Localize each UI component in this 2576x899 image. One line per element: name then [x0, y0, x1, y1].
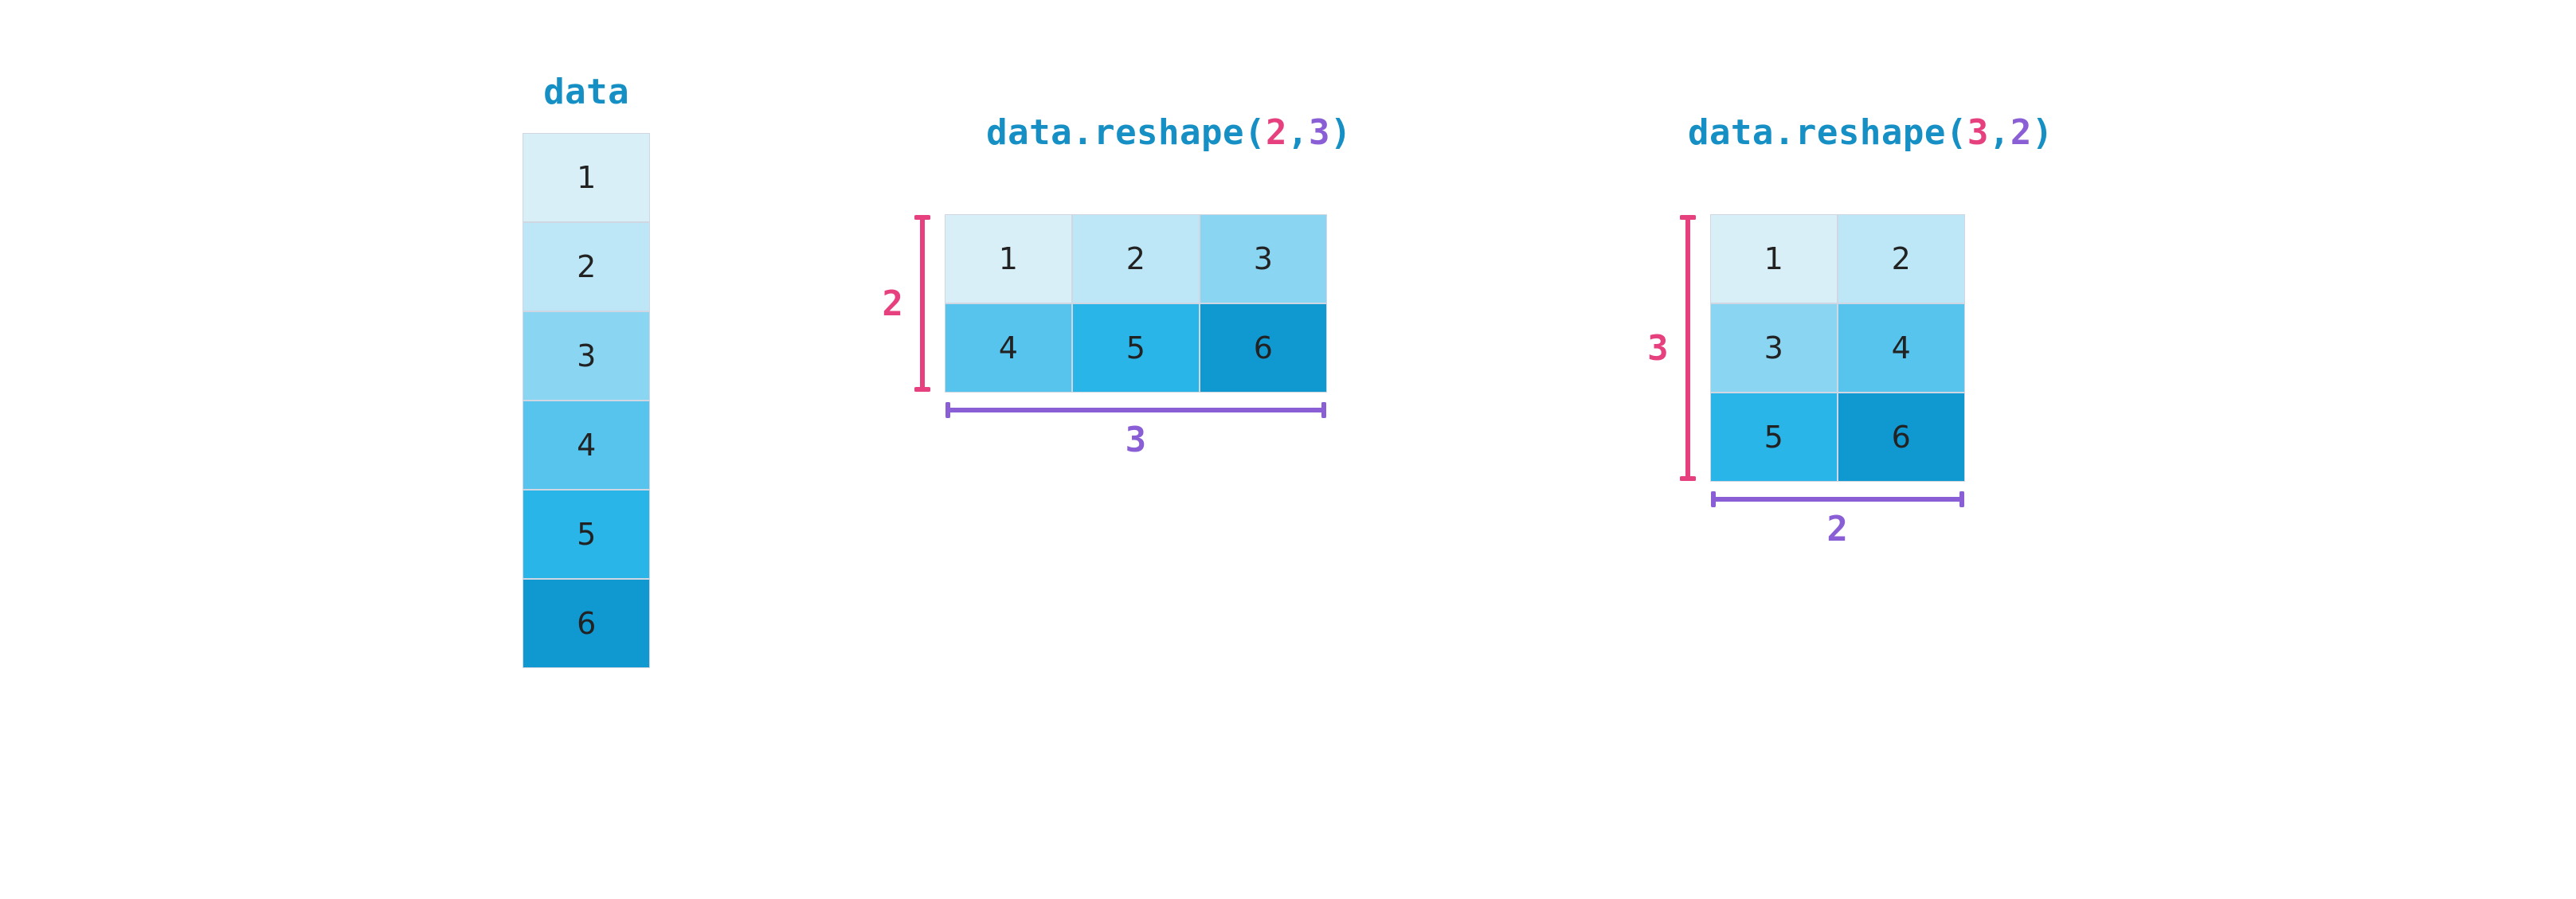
- array-cell: 5: [1072, 303, 1200, 393]
- panel-reshape-2x3-title: data.reshape(2,3): [857, 72, 1352, 193]
- cols-bracket: 3: [945, 402, 1327, 460]
- array-1d: 1 2 3 4 5 6: [523, 133, 650, 668]
- code-text: ): [2032, 112, 2053, 153]
- code-text: ): [1330, 112, 1352, 153]
- bracket-vertical-icon: [1680, 214, 1696, 482]
- arg-rows: 2: [1266, 112, 1287, 153]
- rows-bracket: 2: [882, 214, 930, 393]
- bracket-horizontal-icon: [1710, 491, 1965, 507]
- diagram-canvas: data 1 2 3 4 5 6 data.reshape(2,3) 2: [0, 0, 2576, 899]
- code-text: ,: [1287, 112, 1309, 153]
- arg-rows: 3: [1967, 112, 1989, 153]
- array-cell: 3: [1710, 303, 1838, 393]
- panel-reshape-3x2-title: data.reshape(3,2): [1559, 72, 2053, 193]
- rows-label: 2: [882, 283, 903, 324]
- cols-label: 2: [1826, 509, 1848, 549]
- array-2x3: 1 2 3 4 5 6: [945, 214, 1327, 393]
- arg-cols: 2: [2010, 112, 2032, 153]
- code-text: ,: [1989, 112, 2010, 153]
- array-2x3-area: 2 1 2 3 4 5 6: [882, 214, 1327, 460]
- array-cell: 6: [1200, 303, 1327, 393]
- array-cell: 2: [1072, 214, 1200, 303]
- code-text: data.reshape(: [1688, 112, 1967, 153]
- cols-bracket: 2: [1710, 491, 1965, 549]
- rows-label: 3: [1647, 328, 1669, 369]
- array-3x2-area: 3 1 2 3 4 5: [1647, 214, 1965, 549]
- array-cell: 3: [523, 311, 650, 401]
- array-cell: 2: [1838, 214, 1965, 303]
- array-cell: 5: [1710, 393, 1838, 482]
- array-cell: 5: [523, 490, 650, 579]
- array-cell: 4: [945, 303, 1072, 393]
- code-text: data.reshape(: [986, 112, 1266, 153]
- array-3x2: 1 2 3 4 5 6: [1710, 214, 1965, 482]
- bracket-vertical-icon: [914, 214, 930, 393]
- array-cell: 6: [523, 579, 650, 668]
- array-cell: 3: [1200, 214, 1327, 303]
- array-cell: 1: [523, 133, 650, 222]
- arg-cols: 3: [1309, 112, 1330, 153]
- bracket-horizontal-icon: [945, 402, 1327, 418]
- panel-reshape-3x2: data.reshape(3,2) 3 1 2: [1559, 72, 2053, 899]
- panel-data-title: data: [543, 72, 629, 112]
- rows-bracket: 3: [1647, 214, 1696, 482]
- cols-label: 3: [1126, 420, 1147, 460]
- array-cell: 1: [945, 214, 1072, 303]
- array-cell: 4: [1838, 303, 1965, 393]
- array-cell: 2: [523, 222, 650, 311]
- panel-data: data 1 2 3 4 5 6: [523, 72, 650, 899]
- array-cell: 4: [523, 401, 650, 490]
- array-cell: 1: [1710, 214, 1838, 303]
- panel-reshape-2x3: data.reshape(2,3) 2 1 2 3: [857, 72, 1352, 899]
- array-cell: 6: [1838, 393, 1965, 482]
